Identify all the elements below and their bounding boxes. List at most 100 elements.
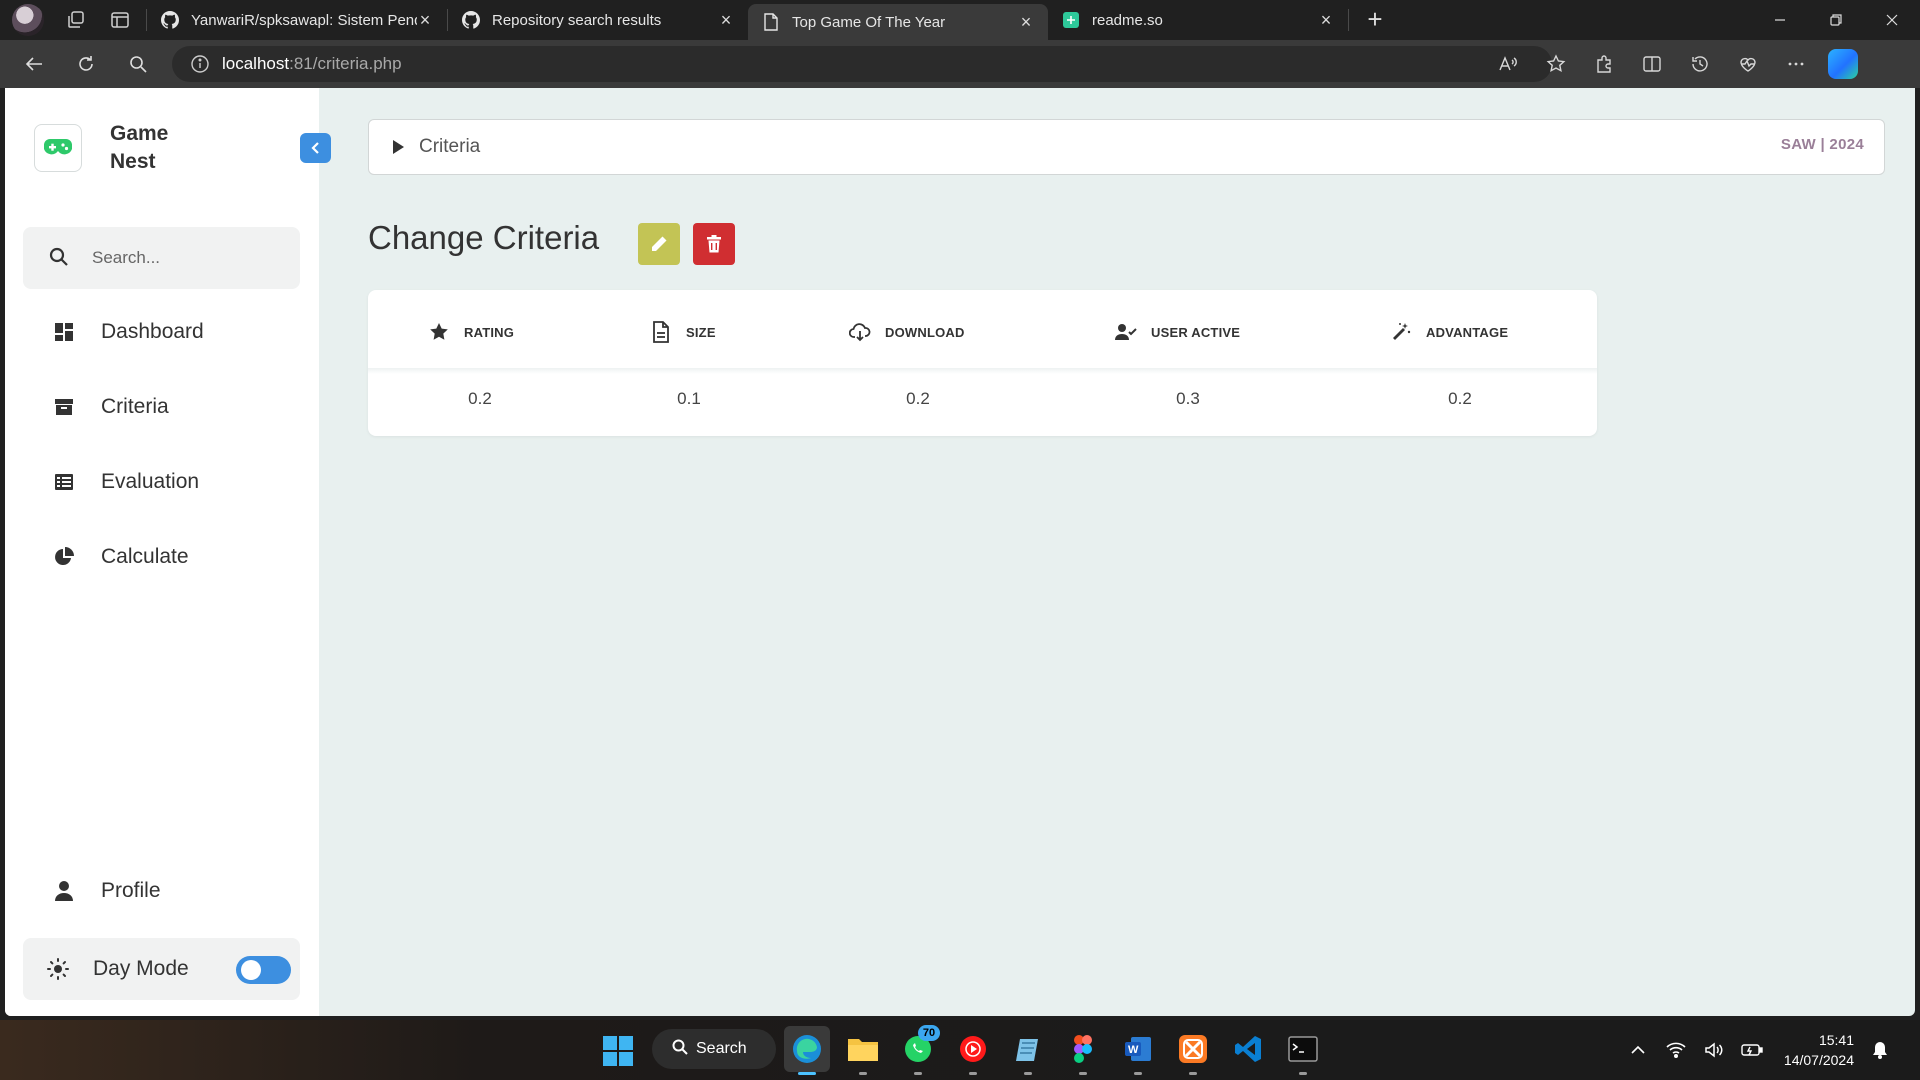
pencil-icon (652, 236, 667, 251)
sidebar-item-dashboard[interactable]: Dashboard (23, 304, 300, 360)
day-mode-toggle[interactable] (236, 956, 291, 984)
new-tab-icon[interactable]: + (1363, 6, 1387, 32)
volume-icon[interactable] (1702, 1038, 1726, 1062)
clock[interactable]: 15:41 14/07/2024 (1784, 1030, 1854, 1070)
sun-icon (45, 956, 71, 982)
wifi-icon[interactable] (1664, 1038, 1688, 1062)
search-icon[interactable] (120, 46, 156, 82)
sidebar-item-label: Criteria (101, 395, 169, 418)
browser-toolbar (1480, 46, 1858, 82)
taskbar-search-label: Search (696, 1040, 747, 1057)
criteria-table: RATING SIZE DOWNLOAD USER ACTIVE ADVANTA… (368, 290, 1597, 436)
window-controls (1752, 0, 1920, 40)
tab-title: YanwariR/spksawapl: Sistem Pend (191, 11, 417, 29)
tab-readme[interactable]: readme.so × (1048, 0, 1348, 40)
sidebar-item-evaluation[interactable]: Evaluation (23, 454, 300, 510)
app-version-label: SAW | 2024 (1780, 136, 1864, 153)
battery-icon[interactable] (1740, 1038, 1764, 1062)
search-input[interactable] (92, 248, 272, 268)
windows-logo-tile (619, 1052, 633, 1066)
tab-repo-search[interactable]: Repository search results × (448, 0, 748, 40)
windows-logo-tile (619, 1036, 633, 1050)
caret-right-icon[interactable] (391, 139, 405, 155)
edit-button[interactable] (638, 223, 680, 265)
sidebar-item-calculate[interactable]: Calculate (23, 529, 300, 585)
close-tab-icon[interactable]: × (417, 11, 433, 29)
youtube-music-icon[interactable] (956, 1032, 990, 1066)
brand-line-1: Game (110, 122, 169, 145)
start-button[interactable] (603, 1036, 633, 1066)
close-window-icon[interactable] (1864, 0, 1920, 40)
vertical-tabs-icon[interactable] (108, 8, 132, 32)
back-icon[interactable] (16, 46, 52, 82)
copilot-icon[interactable] (1828, 49, 1858, 79)
terminal-icon[interactable] (1286, 1032, 1320, 1066)
tab-title: readme.so (1092, 11, 1163, 29)
tab-top-game[interactable]: Top Game Of The Year × (748, 4, 1048, 40)
browser-essentials-icon[interactable] (1728, 46, 1768, 82)
extensions-icon[interactable] (1584, 46, 1624, 82)
browser-tab-strip: YanwariR/spksawapl: Sistem Pend × Reposi… (0, 0, 1920, 40)
word-icon[interactable]: W (1121, 1032, 1155, 1066)
brand-line-2: Nest (110, 150, 156, 173)
readme-icon (1062, 11, 1080, 29)
chevron-up-icon[interactable] (1626, 1038, 1650, 1062)
refresh-icon[interactable] (68, 46, 104, 82)
restore-icon[interactable] (1808, 0, 1864, 40)
file-explorer-icon[interactable] (846, 1032, 880, 1066)
bell-icon[interactable] (1868, 1038, 1892, 1062)
notepad-icon[interactable] (1011, 1032, 1045, 1066)
profile-avatar[interactable] (12, 4, 44, 36)
github-icon (161, 11, 179, 29)
taskbar: Search 70 W 15:41 14/07/2024 (0, 1020, 1920, 1080)
sidebar-item-label: Evaluation (101, 470, 200, 493)
system-tray: 15:41 14/07/2024 (1612, 1020, 1892, 1080)
chevron-left-icon (310, 142, 319, 154)
sidebar-item-label: Profile (101, 879, 161, 902)
url-field[interactable]: localhost:81/criteria.php (172, 46, 1552, 82)
split-screen-icon[interactable] (1632, 46, 1672, 82)
xampp-icon[interactable] (1176, 1032, 1210, 1066)
sidebar-item-criteria[interactable]: Criteria (23, 379, 300, 435)
history-icon[interactable] (1680, 46, 1720, 82)
archive-icon (51, 394, 77, 420)
favorite-star-icon[interactable] (1536, 46, 1576, 82)
taskbar-search[interactable]: Search (652, 1029, 776, 1069)
table-cell: 0.2 (1448, 389, 1472, 408)
column-header-label: SIZE (686, 324, 716, 340)
delete-button[interactable] (693, 223, 735, 265)
tab-github-repo[interactable]: YanwariR/spksawapl: Sistem Pend × (147, 0, 447, 40)
url-path: :81/criteria.php (289, 54, 402, 73)
page-icon (762, 13, 780, 31)
day-mode-switch: Day Mode (23, 938, 300, 1000)
windows-logo-tile (603, 1036, 617, 1050)
workspaces-icon[interactable] (64, 8, 88, 32)
site-info-icon[interactable] (190, 54, 210, 74)
trash-icon (707, 235, 721, 253)
page-title: Change Criteria (368, 219, 600, 256)
breadcrumb: Criteria SAW | 2024 (368, 119, 1885, 175)
figma-icon[interactable] (1066, 1032, 1100, 1066)
app-indicator (859, 1072, 867, 1075)
minimize-icon[interactable] (1752, 0, 1808, 40)
close-tab-icon[interactable]: × (1318, 11, 1334, 29)
vscode-icon[interactable] (1231, 1032, 1265, 1066)
sidebar-collapse-button[interactable] (300, 133, 331, 163)
read-aloud-icon[interactable] (1488, 46, 1528, 82)
logo[interactable] (34, 124, 82, 172)
table-header: RATING SIZE DOWNLOAD USER ACTIVE ADVANTA… (368, 290, 1597, 370)
sidebar-item-label: Calculate (101, 545, 189, 568)
app-indicator (1134, 1072, 1142, 1075)
close-tab-icon[interactable]: × (718, 11, 734, 29)
column-header-size: SIZE (650, 320, 716, 344)
notification-badge: 70 (918, 1025, 940, 1041)
clock-date: 14/07/2024 (1783, 1052, 1854, 1068)
close-tab-icon[interactable]: × (1018, 13, 1034, 31)
edge-icon[interactable] (784, 1026, 830, 1072)
sidebar-item-profile[interactable]: Profile (23, 863, 300, 919)
column-header-rating: RATING (428, 320, 514, 344)
more-options-icon[interactable] (1776, 46, 1816, 82)
github-icon (462, 11, 480, 29)
sidebar-search[interactable] (23, 227, 300, 289)
column-header-user-active: USER ACTIVE (1115, 320, 1240, 344)
